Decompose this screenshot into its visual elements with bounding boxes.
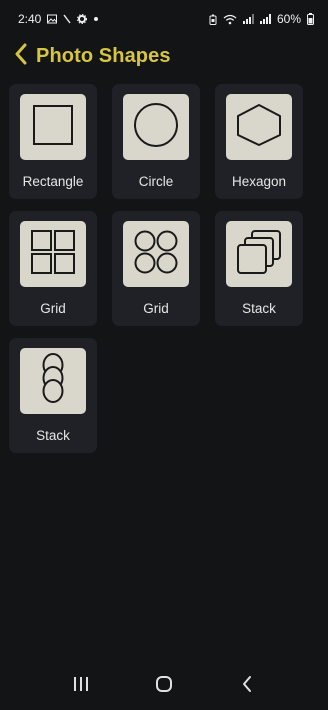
square-stack-icon: [235, 228, 283, 281]
wifi-icon: [223, 14, 237, 25]
shape-label: Hexagon: [231, 174, 287, 189]
page-title: Photo Shapes: [36, 44, 171, 67]
recent-apps-button[interactable]: [61, 666, 101, 706]
app-bar: Photo Shapes: [0, 38, 328, 74]
shape-thumbnail: [20, 94, 86, 160]
home-icon: [155, 675, 173, 698]
shape-tile-circle[interactable]: Circle: [112, 84, 200, 199]
battery-saver-icon: [209, 14, 217, 25]
signal-icon: [259, 14, 271, 24]
status-bar: 2:40 60%: [0, 0, 328, 38]
recent-apps-icon: [72, 676, 90, 697]
shape-tile-circle-grid[interactable]: Grid: [112, 211, 200, 326]
shape-grid: Rectangle Circle Hexagon Grid Grid Stack…: [9, 84, 303, 453]
shape-thumbnail: [226, 94, 292, 160]
shape-thumbnail: [226, 221, 292, 287]
circle-grid-icon: [133, 229, 179, 280]
shape-label: Stack: [242, 301, 276, 316]
nav-back-button[interactable]: [227, 666, 267, 706]
pen-icon: [63, 14, 71, 24]
battery-icon: [307, 13, 314, 25]
battery-level: 60%: [276, 12, 301, 26]
shape-tile-hexagon[interactable]: Hexagon: [215, 84, 303, 199]
shape-tile-square-grid[interactable]: Grid: [9, 211, 97, 326]
shape-thumbnail: [123, 221, 189, 287]
shape-thumbnail: [20, 348, 86, 414]
image-icon: [47, 14, 58, 24]
shape-label: Rectangle: [22, 174, 84, 189]
hexagon-icon: [235, 103, 283, 152]
rectangle-icon: [31, 103, 75, 152]
status-right: 60%: [209, 12, 314, 26]
dot-icon: [93, 16, 99, 22]
shape-label: Grid: [143, 301, 169, 316]
shape-tile-circle-stack[interactable]: Stack: [9, 338, 97, 453]
shape-label: Grid: [40, 301, 66, 316]
shape-tile-square-stack[interactable]: Stack: [215, 211, 303, 326]
chevron-left-icon: [14, 43, 28, 70]
shape-tile-rectangle[interactable]: Rectangle: [9, 84, 97, 199]
square-grid-icon: [30, 229, 76, 280]
status-time: 2:40: [18, 12, 42, 26]
shape-thumbnail: [123, 94, 189, 160]
status-left: 2:40: [18, 12, 99, 26]
home-button[interactable]: [144, 666, 184, 706]
system-nav-bar: [0, 662, 328, 710]
shape-label: Stack: [36, 428, 70, 443]
back-button[interactable]: [6, 41, 36, 71]
gear-icon: [77, 14, 88, 24]
shape-label: Circle: [138, 174, 174, 189]
signal-icon: [242, 14, 254, 24]
circle-stack-icon: [38, 351, 68, 412]
circle-icon: [133, 102, 179, 153]
back-icon: [241, 675, 253, 698]
shape-thumbnail: [20, 221, 86, 287]
